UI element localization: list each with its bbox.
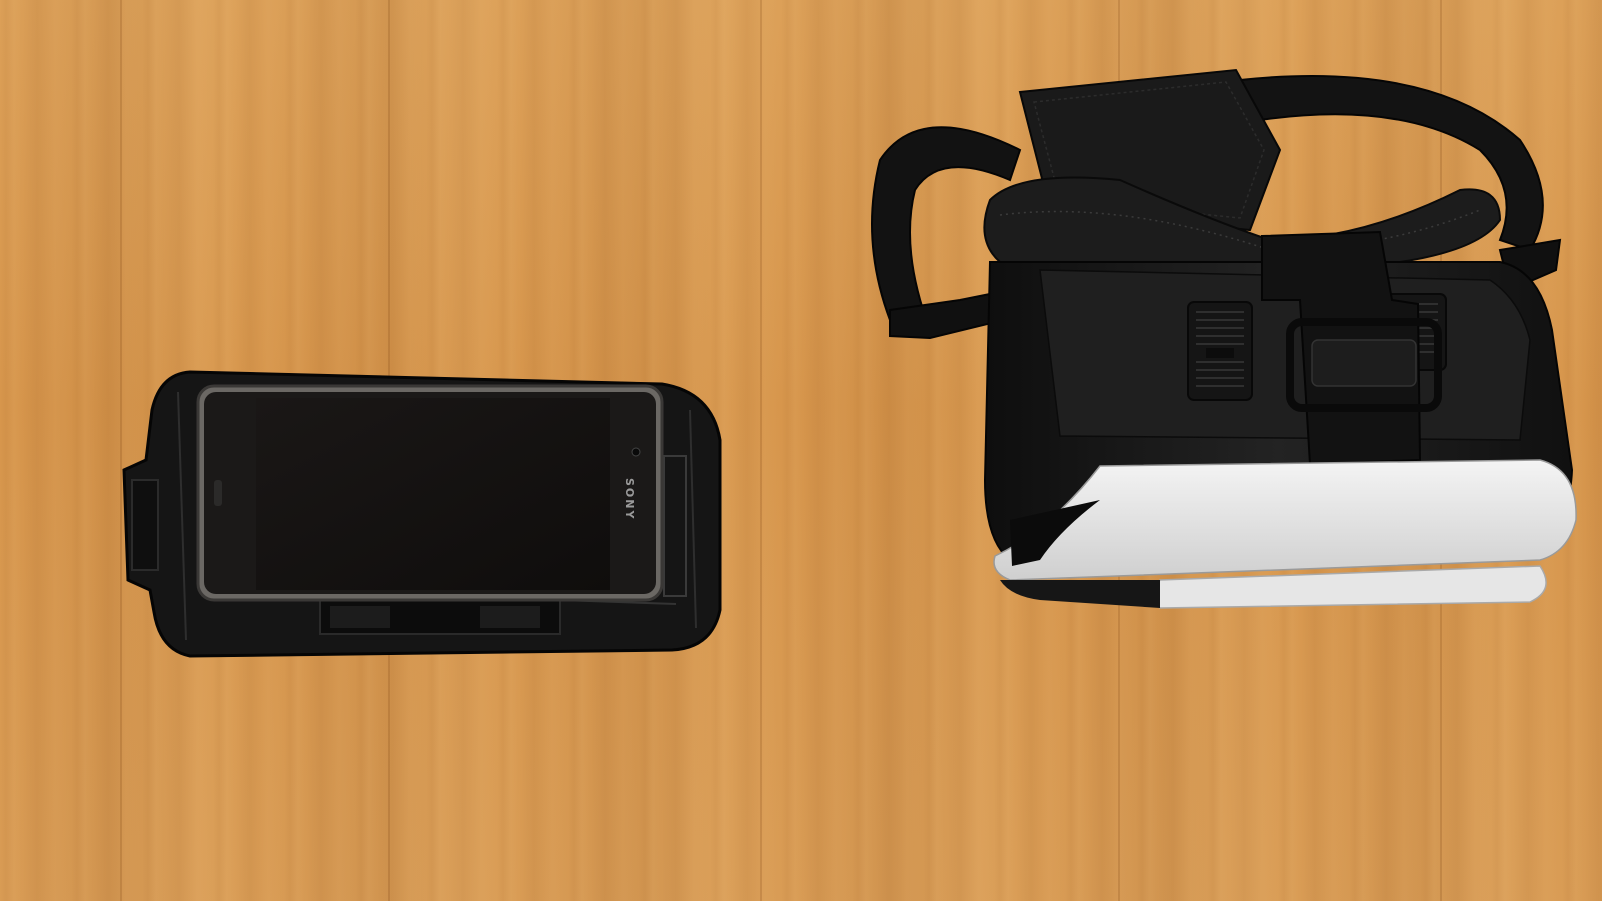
phone-brand-label: SONY xyxy=(623,478,636,520)
vr-headset xyxy=(983,176,1577,609)
objects-illustration: SONY xyxy=(122,68,1577,658)
smartphone: SONY xyxy=(196,384,664,602)
photo-scene: SONY xyxy=(0,0,1602,901)
focus-adjuster-left xyxy=(1187,301,1253,401)
